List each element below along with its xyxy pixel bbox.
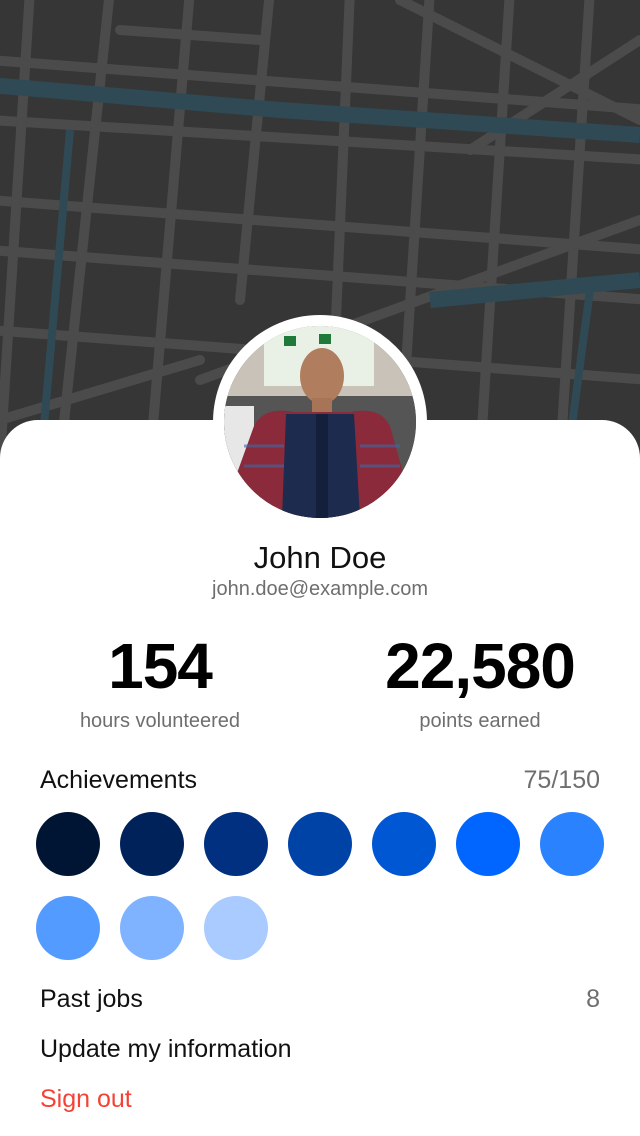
- achievements-count: 75/150: [523, 766, 600, 794]
- past-jobs-item[interactable]: Past jobs: [40, 985, 143, 1014]
- profile-screen: John Doe john.doe@example.com 154 hours …: [0, 0, 640, 1136]
- achievement-badge[interactable]: [120, 896, 184, 960]
- achievement-badge[interactable]: [204, 812, 268, 876]
- achievement-badge[interactable]: [36, 896, 100, 960]
- hours-label: hours volunteered: [79, 710, 241, 732]
- achievement-badge[interactable]: [288, 812, 352, 876]
- profile-name: John Doe: [253, 540, 387, 575]
- update-information-item[interactable]: Update my information: [40, 1035, 292, 1064]
- achievement-badge[interactable]: [540, 812, 604, 876]
- hours-stat: 154 hours volunteered: [0, 628, 320, 733]
- achievement-badge[interactable]: [372, 812, 436, 876]
- points-value: 22,580: [385, 630, 576, 702]
- avatar: [224, 326, 416, 518]
- achievements-title: Achievements: [40, 766, 198, 794]
- past-jobs-count: 8: [586, 985, 600, 1013]
- hours-value: 154: [108, 630, 213, 702]
- points-label: points earned: [419, 710, 541, 732]
- achievement-badge[interactable]: [456, 812, 520, 876]
- achievement-badge[interactable]: [204, 896, 268, 960]
- profile-email: john.doe@example.com: [212, 578, 428, 600]
- sign-out-button[interactable]: Sign out: [40, 1085, 132, 1114]
- points-stat: 22,580 points earned: [320, 628, 640, 733]
- achievement-badge[interactable]: [36, 812, 100, 876]
- achievement-badge[interactable]: [120, 812, 184, 876]
